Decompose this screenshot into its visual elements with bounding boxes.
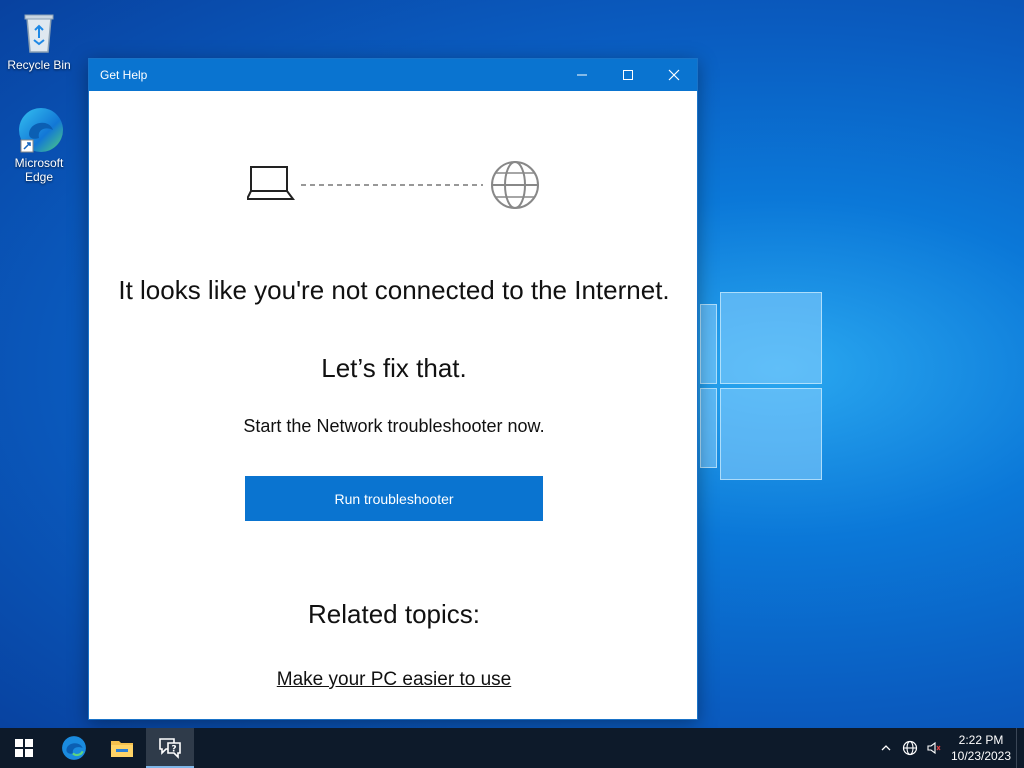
minimize-icon [577,74,587,76]
taskbar-clock[interactable]: 2:22 PM 10/23/2023 [946,732,1016,764]
fix-text: Let’s fix that. [321,353,467,383]
edge-icon [15,106,63,154]
show-hidden-icons-button[interactable] [874,728,898,768]
minimize-button[interactable] [559,59,605,91]
run-troubleshooter-button[interactable]: Run troubleshooter [245,476,543,521]
show-desktop-button[interactable] [1016,728,1024,768]
close-icon [668,69,680,81]
clock-date: 10/23/2023 [950,749,1012,763]
taskbar: ? 2:22 PM 10/23/2023 [0,728,1024,768]
taskbar-get-help-button[interactable]: ? [146,728,194,768]
recycle-bin-label: Recycle Bin [7,58,71,72]
start-button[interactable] [0,728,48,768]
related-topic-link[interactable]: Make your PC easier to use [89,669,699,691]
folder-icon [111,741,133,757]
svg-text:?: ? [171,745,176,755]
windows-start-icon [15,739,33,757]
title-bar[interactable]: Get Help [89,59,697,91]
laptop-icon [247,166,295,200]
volume-button[interactable] [922,728,946,768]
maximize-button[interactable] [605,59,651,91]
troubleshooter-subtext: Start the Network troubleshooter now. [243,416,545,436]
speaker-icon [927,741,941,755]
edge-label: Microsoft Edge [14,156,64,184]
network-button[interactable] [898,728,922,768]
recycle-bin-icon [15,8,63,56]
window-title: Get Help [100,68,148,82]
connection-illustration [247,161,539,209]
get-help-window: Get Help It looks like you're not connec… [88,58,698,720]
related-topics-title: Related topics: [308,599,480,629]
globe-icon [491,161,539,209]
not-connected-heading: It looks like you're not connected to th… [118,275,670,305]
windows-wallpaper-logo [700,292,822,480]
close-button[interactable] [651,59,697,91]
chevron-up-icon [881,745,891,751]
clock-time: 2:22 PM [958,733,1004,747]
maximize-icon [623,70,633,80]
system-tray: 2:22 PM 10/23/2023 [874,728,1024,768]
get-help-icon: ? [159,738,181,759]
network-globe-icon [902,740,918,756]
taskbar-file-explorer-button[interactable] [98,728,146,768]
desktop-icon-recycle-bin[interactable]: Recycle Bin [3,8,75,72]
edge-icon [62,736,86,760]
taskbar-edge-button[interactable] [50,728,98,768]
desktop-icon-edge[interactable]: Microsoft Edge [3,106,75,184]
